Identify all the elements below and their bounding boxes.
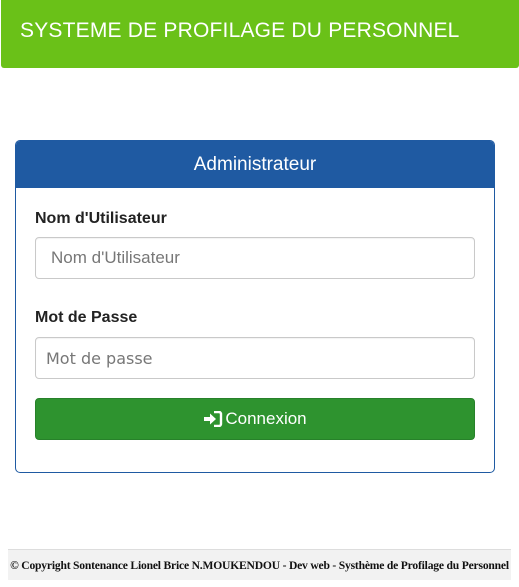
login-panel-heading: Administrateur — [16, 141, 494, 188]
app-title: SYSTEME DE PROFILAGE DU PERSONNEL — [20, 18, 460, 42]
login-panel: Administrateur Nom d'Utilisateur Mot de … — [15, 140, 495, 473]
sign-in-icon — [204, 411, 223, 427]
footer: © Copyright Sontenance Lionel Brice N.MO… — [8, 549, 511, 580]
password-input[interactable] — [35, 337, 475, 379]
login-panel-title: Administrateur — [193, 153, 317, 175]
login-form: Nom d'Utilisateur Mot de Passe Connexion — [16, 210, 494, 440]
username-input[interactable] — [35, 237, 475, 279]
password-label: Mot de Passe — [35, 309, 138, 326]
connexion-button-label: Connexion — [225, 409, 307, 428]
copyright-text: © Copyright Sontenance Lionel Brice N.MO… — [10, 558, 509, 572]
username-label: Nom d'Utilisateur — [35, 210, 167, 227]
connexion-button[interactable]: Connexion — [35, 398, 475, 440]
app-header: SYSTEME DE PROFILAGE DU PERSONNEL — [1, 0, 519, 68]
